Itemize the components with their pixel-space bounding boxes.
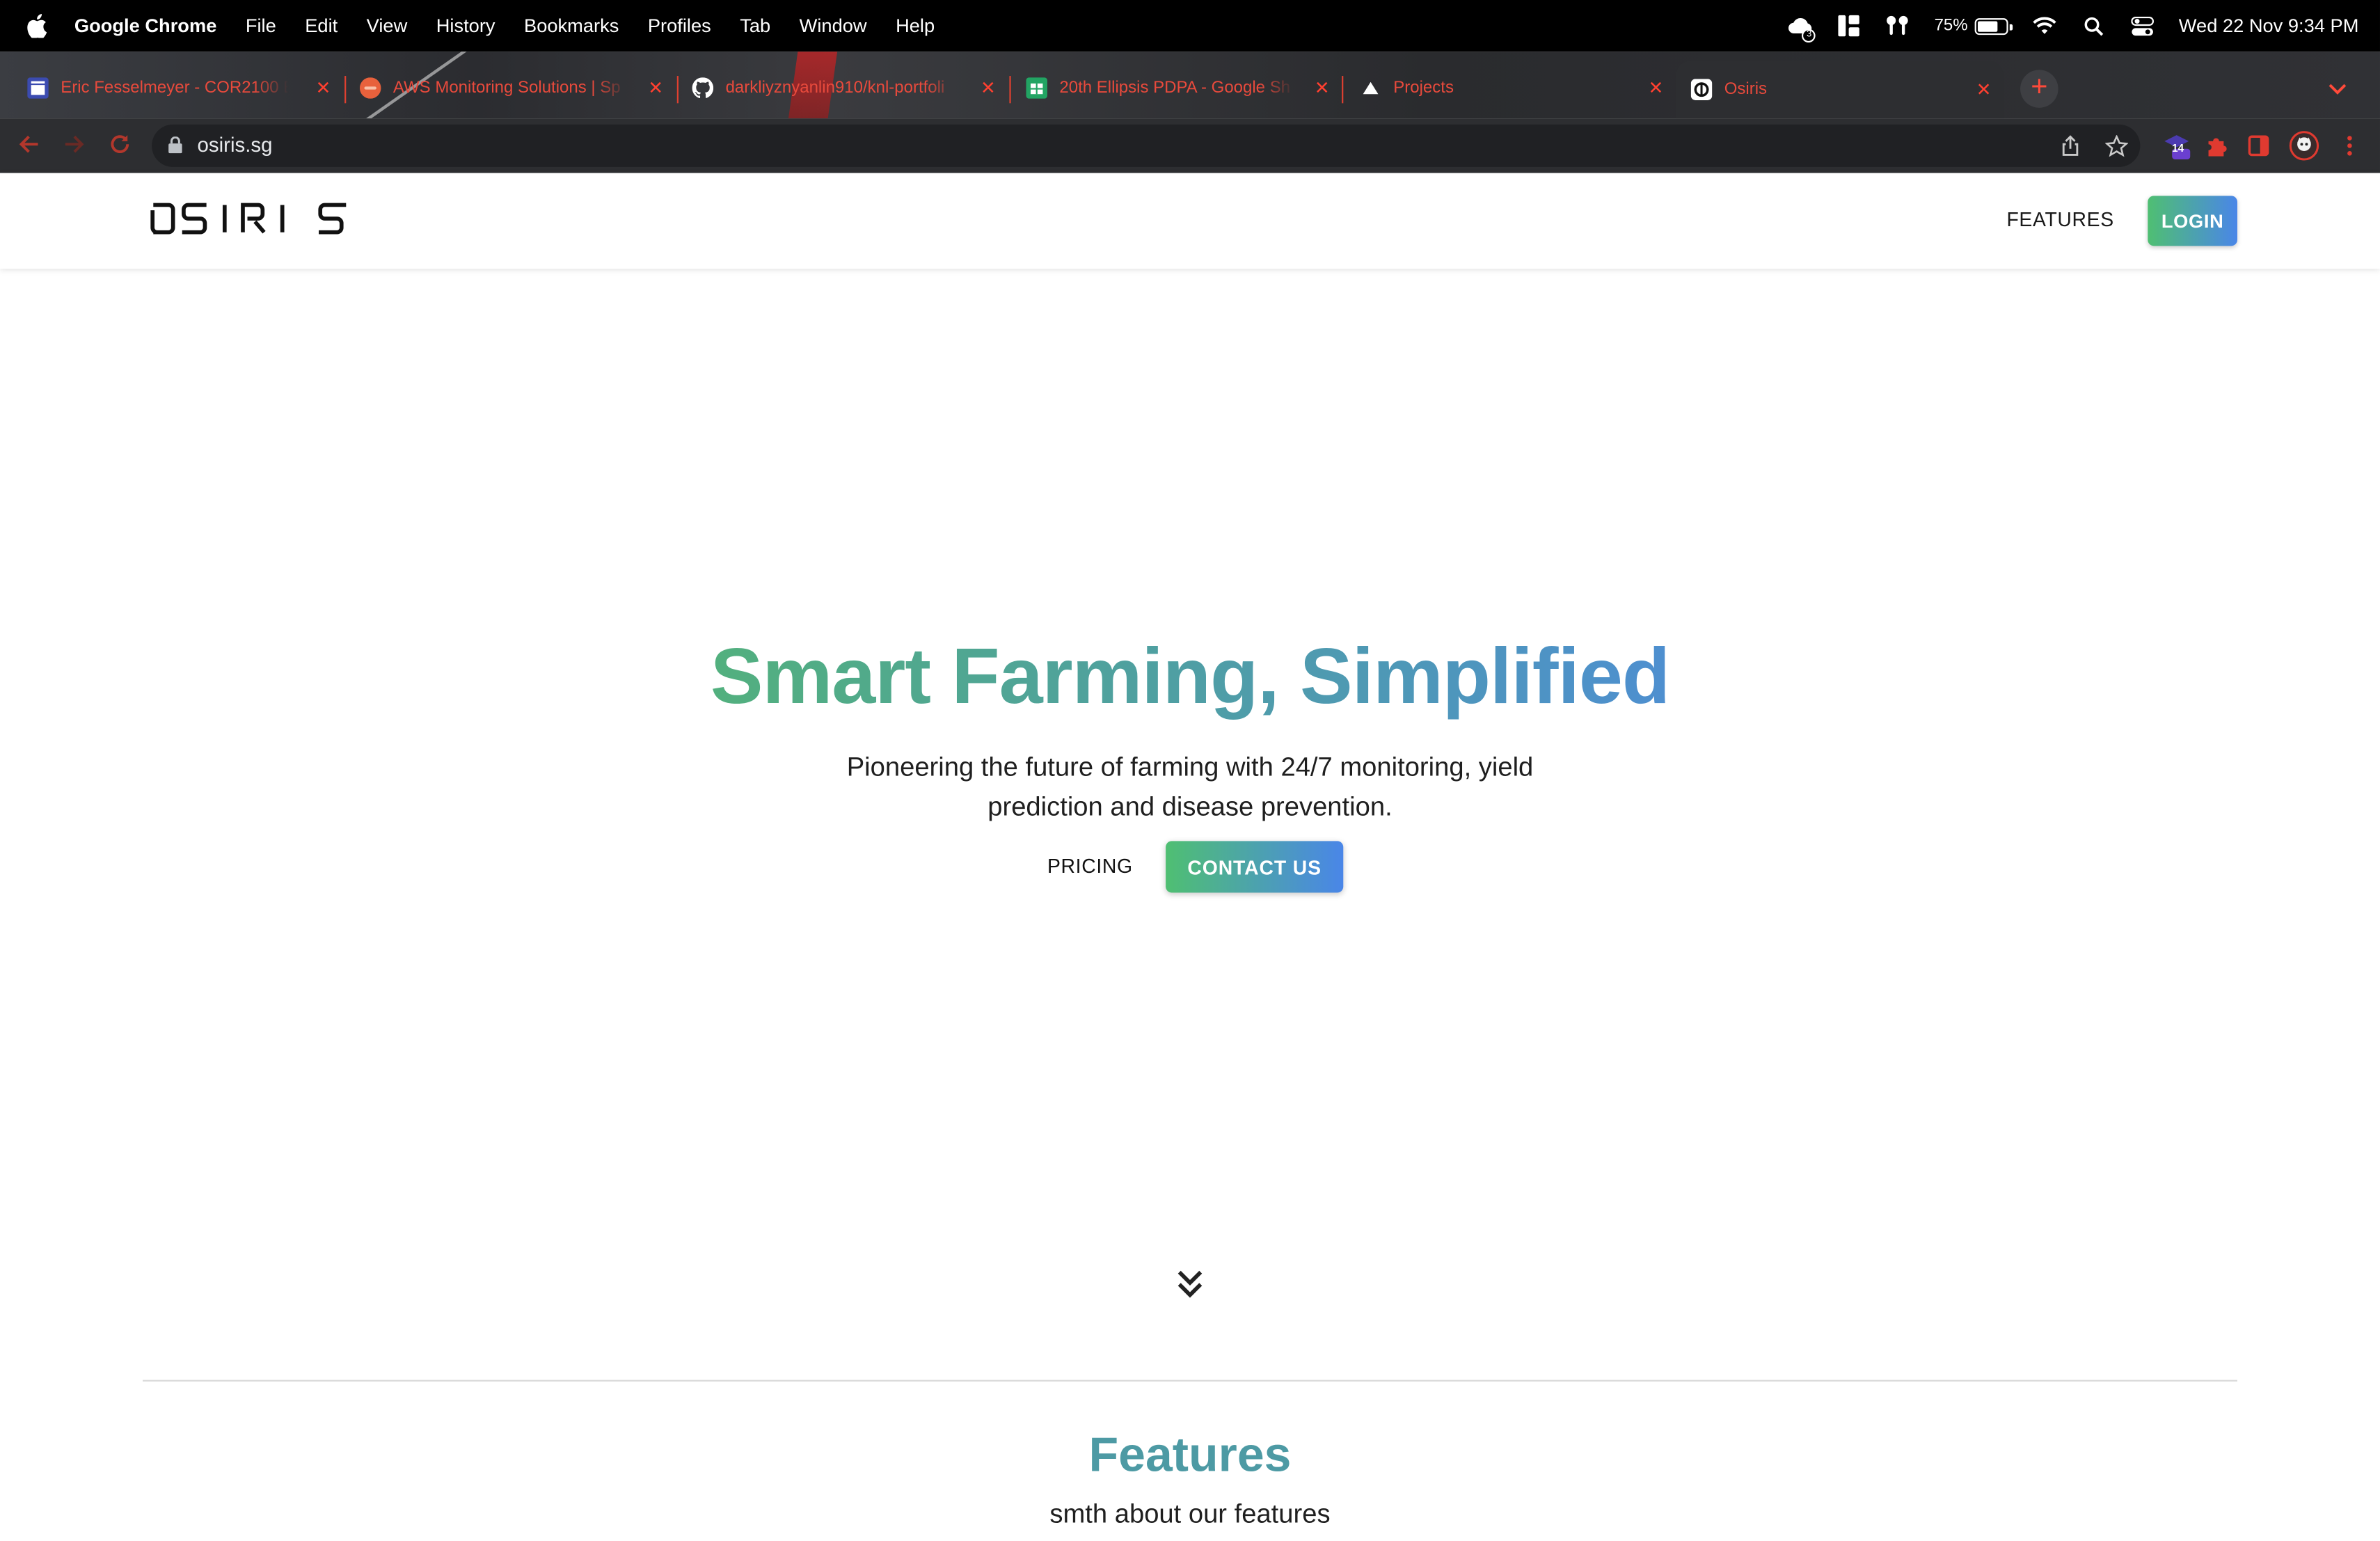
login-button[interactable]: LOGIN <box>2148 196 2237 246</box>
tab-osiris-active[interactable]: Osiris ✕ <box>1675 61 2004 119</box>
tab-title: AWS Monitoring Solutions | Sp <box>392 79 621 97</box>
browser-toolbar: osiris.sg 14 <box>0 118 2380 173</box>
tab-projects[interactable]: Projects ✕ <box>1360 70 1664 106</box>
tab-google-sheets[interactable]: 20th Ellipsis PDPA - Google Sh ✕ <box>1026 70 1330 106</box>
app-menu: Google Chrome File Edit View History Boo… <box>74 0 964 52</box>
features-subheading: smth about our features <box>1049 1498 1331 1529</box>
menu-clock[interactable]: Wed 22 Nov 9:34 PM <box>2179 15 2359 37</box>
battery-percent: 75% <box>1934 16 1968 35</box>
sheets-favicon <box>1026 77 1047 99</box>
tab-separator <box>676 76 679 104</box>
pricing-button[interactable]: PRICING <box>1047 855 1133 878</box>
section-divider <box>143 1380 2237 1382</box>
menu-app-name[interactable]: Google Chrome <box>74 15 217 37</box>
hero-title: Smart Farming, Simplified <box>0 631 2380 722</box>
menu-window[interactable]: Window <box>800 15 867 37</box>
tab-separator <box>1342 76 1344 104</box>
tab-title: Osiris <box>1724 80 1768 99</box>
extensions-puzzle-icon[interactable] <box>2201 131 2232 161</box>
tab-separator <box>344 76 347 104</box>
menu-tab[interactable]: Tab <box>740 15 770 37</box>
back-arrow-icon[interactable] <box>15 132 42 159</box>
hero-subtitle: Pioneering the future of farming with 24… <box>846 751 1534 821</box>
github-favicon <box>692 77 714 99</box>
bookmark-star-icon[interactable] <box>2101 131 2132 161</box>
double-chevron-down-icon[interactable] <box>1175 1266 1205 1302</box>
calendar-favicon <box>27 77 49 99</box>
close-tab-icon[interactable]: ✕ <box>1649 77 1664 99</box>
menu-bookmarks[interactable]: Bookmarks <box>524 15 619 37</box>
osiris-logo[interactable] <box>149 200 349 237</box>
airpods-icon[interactable] <box>1886 14 1910 38</box>
menu-edit[interactable]: Edit <box>305 15 338 37</box>
lock-icon[interactable] <box>168 136 182 154</box>
extension-graduation-icon[interactable]: 14 <box>2161 131 2192 161</box>
macos-menu-bar: Google Chrome File Edit View History Boo… <box>0 0 2380 52</box>
menu-view[interactable]: View <box>367 15 408 37</box>
profile-avatar[interactable] <box>2289 131 2319 161</box>
menu-file[interactable]: File <box>246 15 276 37</box>
vercel-favicon <box>1360 77 1381 99</box>
reload-icon[interactable] <box>106 132 134 159</box>
close-tab-icon[interactable]: ✕ <box>316 77 331 99</box>
site-navbar: FEATURES LOGIN <box>0 173 2380 269</box>
battery-level <box>1978 20 1998 31</box>
wifi-icon[interactable] <box>2033 14 2057 38</box>
tab-github-portfolio[interactable]: darkliyznyanlin910/knl-portfoli ✕ <box>692 70 996 106</box>
address-bar[interactable]: osiris.sg <box>152 124 2141 167</box>
tab-strip: Eric Fesselmeyer - COR2100 E ✕ AWS Monit… <box>0 52 2380 119</box>
side-panel-icon[interactable] <box>2244 131 2274 161</box>
aws-favicon <box>359 77 381 99</box>
osiris-favicon <box>1690 79 1713 100</box>
hero-title-text: Smart Farming, Simplified <box>710 633 1670 722</box>
close-tab-icon[interactable]: ✕ <box>981 77 996 99</box>
menu-profiles[interactable]: Profiles <box>648 15 711 37</box>
chrome-menu-kebab-icon[interactable] <box>2335 131 2365 161</box>
web-page: FEATURES LOGIN Smart Farming, Simplified… <box>0 173 2380 1537</box>
share-icon[interactable] <box>2055 131 2086 161</box>
tab-title: Eric Fesselmeyer - COR2100 E <box>61 79 289 97</box>
features-heading: Features <box>1088 1427 1292 1482</box>
control-center-icon[interactable] <box>2130 14 2155 38</box>
close-tab-icon[interactable]: ✕ <box>1315 77 1330 99</box>
extension-badge: 14 <box>2172 144 2184 155</box>
stage-manager-icon[interactable] <box>1837 14 1862 38</box>
url-text: osiris.sg <box>197 133 273 157</box>
tab-separator <box>1009 76 1011 104</box>
nav-features-link[interactable]: FEATURES <box>2006 208 2113 231</box>
forward-arrow-icon[interactable] <box>61 132 88 159</box>
contact-us-button[interactable]: CONTACT US <box>1166 841 1344 893</box>
tab-title: 20th Ellipsis PDPA - Google Sh <box>1059 79 1291 97</box>
screen: Google Chrome File Edit View History Boo… <box>0 0 2380 1537</box>
battery-icon[interactable] <box>1975 17 2013 35</box>
menu-history[interactable]: History <box>436 15 495 37</box>
apple-icon[interactable] <box>26 14 47 38</box>
notification-count: 3 <box>1802 29 1816 43</box>
tab-eric-fesselmeyer[interactable]: Eric Fesselmeyer - COR2100 E ✕ <box>27 70 331 106</box>
menu-help[interactable]: Help <box>896 15 935 37</box>
tab-aws-monitoring[interactable]: AWS Monitoring Solutions | Sp ✕ <box>359 70 663 106</box>
tab-search-chevron-icon[interactable] <box>2329 79 2347 100</box>
status-area: 3 75% Wed 22 Nov 9:34 PM <box>1764 0 2358 52</box>
spotlight-icon[interactable] <box>2081 14 2106 38</box>
close-tab-icon[interactable]: ✕ <box>1976 79 1992 100</box>
new-tab-button[interactable]: + <box>2020 70 2058 108</box>
tab-title: darkliyznyanlin910/knl-portfoli <box>725 79 945 97</box>
close-tab-icon[interactable]: ✕ <box>648 77 663 99</box>
tab-title: Projects <box>1393 79 1454 97</box>
creative-cloud-icon[interactable]: 3 <box>1788 14 1816 43</box>
